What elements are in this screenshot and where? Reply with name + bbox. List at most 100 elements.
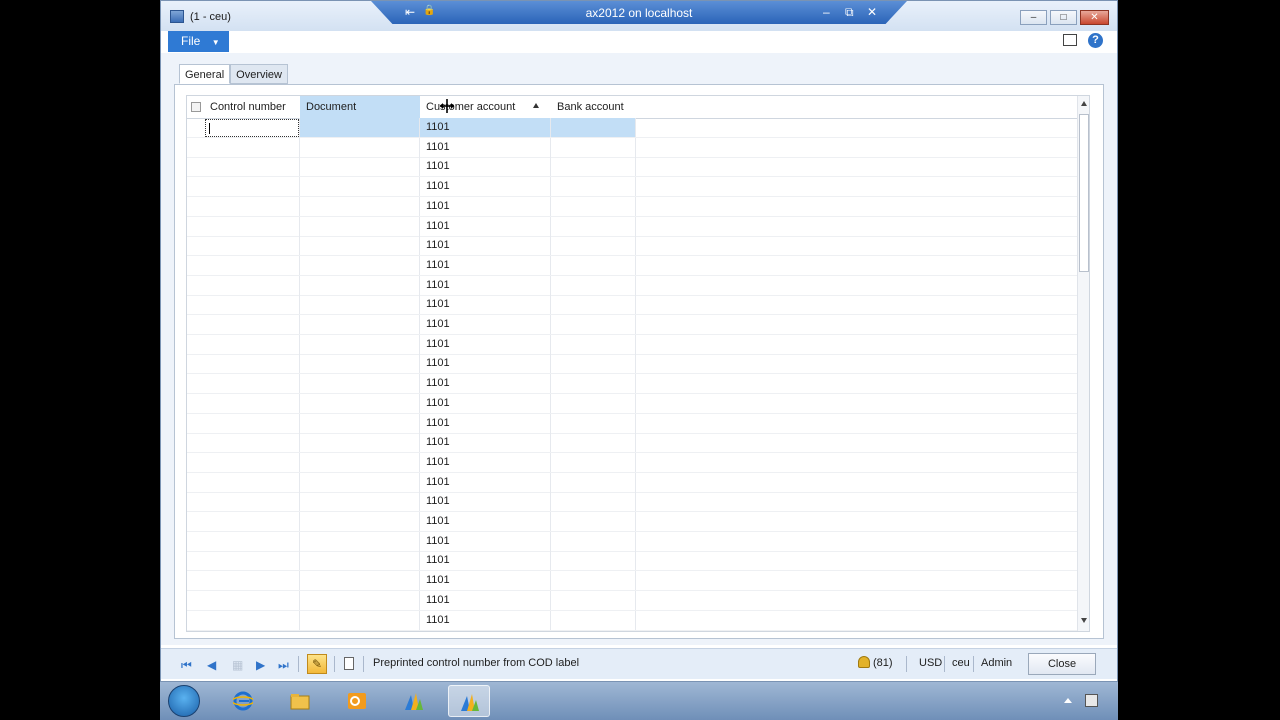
cell-bank-account[interactable] (551, 236, 636, 256)
cell-document[interactable] (300, 177, 420, 197)
taskbar-outlook[interactable] (336, 685, 378, 717)
cell-document[interactable] (300, 216, 420, 236)
cell-bank-account[interactable] (551, 472, 636, 492)
cell-customer-account[interactable]: 1101 (420, 472, 551, 492)
start-button[interactable] (168, 685, 200, 717)
cell-customer-account[interactable]: 1101 (420, 315, 551, 334)
cell-bank-account[interactable] (551, 275, 636, 295)
cell-control-number[interactable] (204, 512, 300, 531)
currency-indicator[interactable]: USD (919, 657, 942, 669)
cell-customer-account[interactable]: 1101 (420, 374, 551, 394)
notification-count[interactable]: (81) (873, 657, 893, 669)
cell-document[interactable] (300, 315, 420, 334)
cell-bank-account[interactable] (551, 118, 636, 137)
cell-control-number[interactable] (204, 590, 300, 610)
cell-document[interactable] (300, 551, 420, 571)
cell-control-number[interactable] (204, 196, 300, 216)
cell-bank-account[interactable] (551, 610, 636, 630)
cell-customer-account[interactable]: 1101 (420, 196, 551, 216)
table-row[interactable]: 1101 (187, 118, 1077, 138)
table-row[interactable]: 1101 (187, 137, 1077, 158)
cell-customer-account[interactable]: 1101 (420, 118, 551, 137)
cell-bank-account[interactable] (551, 255, 636, 275)
table-row[interactable]: 1101 (187, 334, 1077, 355)
cell-customer-account[interactable]: 1101 (420, 492, 551, 512)
cell-control-number[interactable] (204, 610, 300, 630)
column-header-control-number[interactable]: Control number (204, 96, 300, 118)
cell-bank-account[interactable] (551, 512, 636, 531)
cell-document[interactable] (300, 590, 420, 610)
table-row[interactable]: 1101 (187, 492, 1077, 513)
cell-bank-account[interactable] (551, 177, 636, 197)
cell-document[interactable] (300, 354, 420, 374)
cell-bank-account[interactable] (551, 590, 636, 610)
cell-document[interactable] (300, 295, 420, 315)
cell-document[interactable] (300, 472, 420, 492)
cell-control-number[interactable] (204, 275, 300, 295)
cell-bank-account[interactable] (551, 315, 636, 334)
cell-bank-account[interactable] (551, 531, 636, 551)
cell-control-number[interactable] (204, 295, 300, 315)
column-header-bank-account[interactable]: Bank account (551, 96, 636, 118)
cell-control-number[interactable] (204, 551, 300, 571)
table-row[interactable]: 1101 (187, 295, 1077, 316)
cell-customer-account[interactable]: 1101 (420, 433, 551, 453)
table-row[interactable]: 1101 (187, 472, 1077, 493)
cell-bank-account[interactable] (551, 413, 636, 433)
control-number-input[interactable] (205, 119, 299, 137)
table-row[interactable]: 1101 (187, 236, 1077, 257)
cell-bank-account[interactable] (551, 137, 636, 157)
scrollbar-thumb[interactable] (1079, 114, 1089, 272)
close-button[interactable]: Close (1028, 653, 1096, 675)
cell-control-number[interactable] (204, 354, 300, 374)
remote-close-button[interactable]: ✕ (867, 5, 877, 19)
layout-icon[interactable] (1063, 34, 1077, 46)
cell-bank-account[interactable] (551, 157, 636, 177)
cell-document[interactable] (300, 374, 420, 394)
taskbar-internet-explorer[interactable] (222, 685, 264, 717)
cell-bank-account[interactable] (551, 354, 636, 374)
table-row[interactable]: 1101 (187, 610, 1077, 631)
file-menu-button[interactable]: File ▼ (168, 31, 229, 52)
cell-document[interactable] (300, 393, 420, 413)
cell-document[interactable] (300, 275, 420, 295)
remote-minimize-button[interactable]: – (823, 5, 830, 19)
cell-document[interactable] (300, 236, 420, 256)
cell-customer-account[interactable]: 1101 (420, 354, 551, 374)
table-row[interactable]: 1101 (187, 512, 1077, 532)
table-row[interactable]: 1101 (187, 157, 1077, 178)
cell-control-number[interactable] (204, 236, 300, 256)
cell-control-number[interactable] (204, 393, 300, 413)
cell-document[interactable] (300, 512, 420, 531)
cell-customer-account[interactable]: 1101 (420, 531, 551, 551)
cell-control-number[interactable] (204, 413, 300, 433)
cell-customer-account[interactable]: 1101 (420, 334, 551, 354)
cell-customer-account[interactable]: 1101 (420, 255, 551, 275)
cell-document[interactable] (300, 571, 420, 591)
cell-control-number[interactable] (204, 374, 300, 394)
tab-general[interactable]: General (179, 64, 231, 84)
cell-document[interactable] (300, 118, 420, 137)
cell-document[interactable] (300, 413, 420, 433)
cell-bank-account[interactable] (551, 393, 636, 413)
scroll-up-icon[interactable] (1081, 101, 1087, 106)
table-row[interactable]: 1101 (187, 177, 1077, 198)
first-record-button[interactable]: ⏮ (181, 658, 192, 673)
cell-control-number[interactable] (204, 571, 300, 591)
cell-control-number[interactable] (204, 531, 300, 551)
table-row[interactable]: 1101 (187, 531, 1077, 552)
vertical-scrollbar[interactable] (1077, 96, 1089, 631)
table-row[interactable]: 1101 (187, 216, 1077, 237)
cell-control-number[interactable] (204, 452, 300, 472)
taskbar-dynamics-ax-active[interactable] (448, 685, 490, 717)
cell-document[interactable] (300, 196, 420, 216)
tab-overview[interactable]: Overview (230, 64, 288, 84)
select-all-checkbox[interactable] (191, 102, 201, 112)
cell-control-number[interactable] (204, 137, 300, 157)
cell-document[interactable] (300, 452, 420, 472)
cell-customer-account[interactable]: 1101 (420, 610, 551, 630)
table-row[interactable]: 1101 (187, 571, 1077, 592)
cell-control-number[interactable] (204, 216, 300, 236)
cell-bank-account[interactable] (551, 374, 636, 394)
table-row[interactable]: 1101 (187, 374, 1077, 395)
